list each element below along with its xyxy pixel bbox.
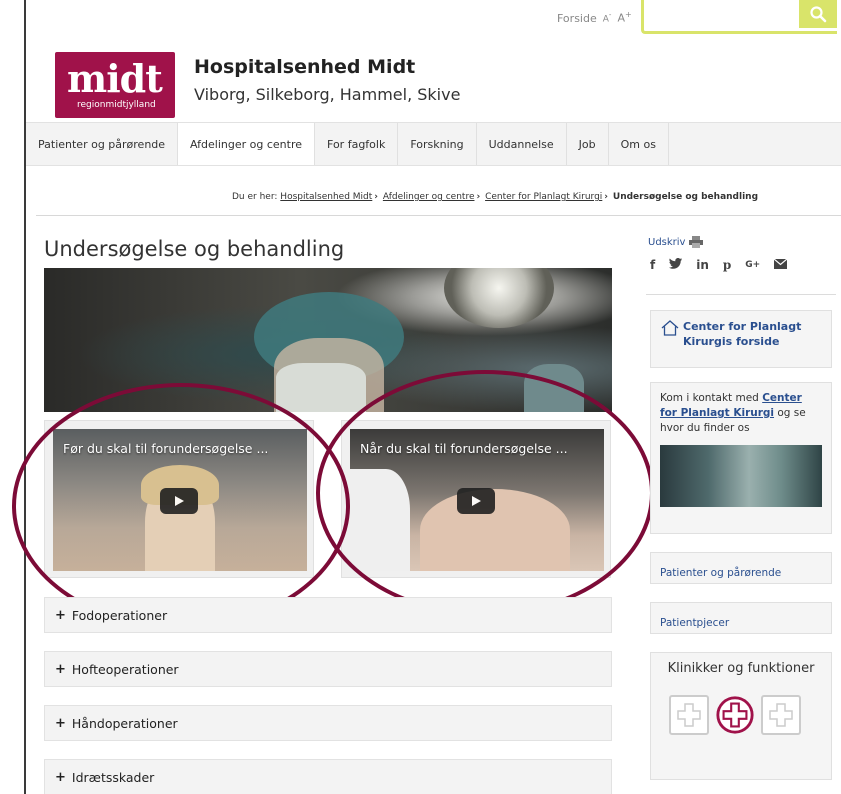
google-plus-icon[interactable]: G+	[745, 260, 760, 270]
highlight-ring	[12, 383, 350, 629]
divider	[646, 294, 836, 295]
cross-icon[interactable]	[761, 695, 801, 735]
home-link-box[interactable]: Center for Planlagt Kirurgis forside	[650, 310, 832, 368]
search-box	[641, 0, 837, 34]
breadcrumb-link[interactable]: Center for Planlagt Kirurgi	[485, 192, 602, 202]
home-link[interactable]: Forside	[557, 12, 597, 25]
page-left-border	[24, 0, 26, 794]
breadcrumb-link[interactable]: Hospitalsenhed Midt	[280, 192, 372, 202]
highlight-ring	[316, 370, 654, 616]
plus-icon: +	[55, 769, 66, 785]
search-icon	[810, 6, 827, 23]
breadcrumb-current: Undersøgelse og behandling	[612, 192, 759, 202]
twitter-icon[interactable]	[669, 258, 683, 272]
contact-box: Kom i kontakt med Center for Planlagt Ki…	[650, 382, 832, 534]
cross-icon-active[interactable]	[715, 695, 755, 735]
breadcrumb-link[interactable]: Afdelinger og centre	[383, 192, 475, 202]
plus-icon: +	[55, 607, 66, 623]
accordion-item[interactable]: + Idrætsskader	[44, 759, 612, 794]
main-nav: Patienter og pårørende Afdelinger og cen…	[26, 122, 841, 166]
divider	[36, 215, 841, 216]
plus-icon: +	[55, 715, 66, 731]
breadcrumb: Du er her: Hospitalsenhed Midt › Afdeling…	[232, 192, 759, 202]
accordion-item[interactable]: + Håndoperationer	[44, 705, 612, 741]
org-title[interactable]: Hospitalsenhed Midt	[194, 56, 415, 78]
accordion-item[interactable]: + Fodoperationer	[44, 597, 612, 633]
klinikker-title: Klinikker og funktioner	[667, 661, 815, 676]
nav-item-afdelinger[interactable]: Afdelinger og centre	[178, 123, 316, 165]
nav-item-uddannelse[interactable]: Uddannelse	[477, 123, 567, 165]
region-logo[interactable]: midt regionmidtjylland	[55, 52, 175, 118]
facebook-icon[interactable]: f	[650, 258, 655, 272]
plus-icon: +	[55, 661, 66, 677]
org-subtitle: Viborg, Silkeborg, Hammel, Skive	[194, 85, 461, 104]
mail-icon[interactable]	[773, 258, 788, 272]
text-smaller-button[interactable]: A-	[603, 11, 612, 25]
pinterest-icon[interactable]: p	[723, 258, 731, 272]
sidebar-link[interactable]: Patientpjecer	[650, 602, 832, 634]
contact-image	[660, 445, 822, 507]
text-larger-button[interactable]: A+	[617, 10, 631, 25]
center-home-link[interactable]: Center for Planlagt Kirurgis forside	[683, 319, 821, 349]
house-icon	[661, 320, 679, 336]
nav-item-patienter[interactable]: Patienter og pårørende	[26, 123, 179, 165]
page-title: Undersøgelse og behandling	[44, 237, 345, 261]
utility-bar: Forside A- A+	[557, 10, 632, 25]
accordion-item[interactable]: + Hofteoperationer	[44, 651, 612, 687]
search-button[interactable]	[799, 0, 837, 28]
nav-item-om-os[interactable]: Om os	[609, 123, 669, 165]
print-link[interactable]: Udskriv	[648, 236, 704, 248]
social-links: f in p G+	[650, 258, 788, 272]
sidebar-link[interactable]: Patienter og pårørende	[650, 552, 832, 584]
printer-icon	[689, 236, 704, 248]
linkedin-icon[interactable]: in	[696, 258, 709, 272]
nav-item-forskning[interactable]: Forskning	[398, 123, 477, 165]
klinikker-box: Klinikker og funktioner	[650, 652, 832, 780]
nav-item-job[interactable]: Job	[567, 123, 609, 165]
nav-item-fagfolk[interactable]: For fagfolk	[315, 123, 399, 165]
cross-icon[interactable]	[669, 695, 709, 735]
search-input[interactable]	[650, 2, 790, 28]
